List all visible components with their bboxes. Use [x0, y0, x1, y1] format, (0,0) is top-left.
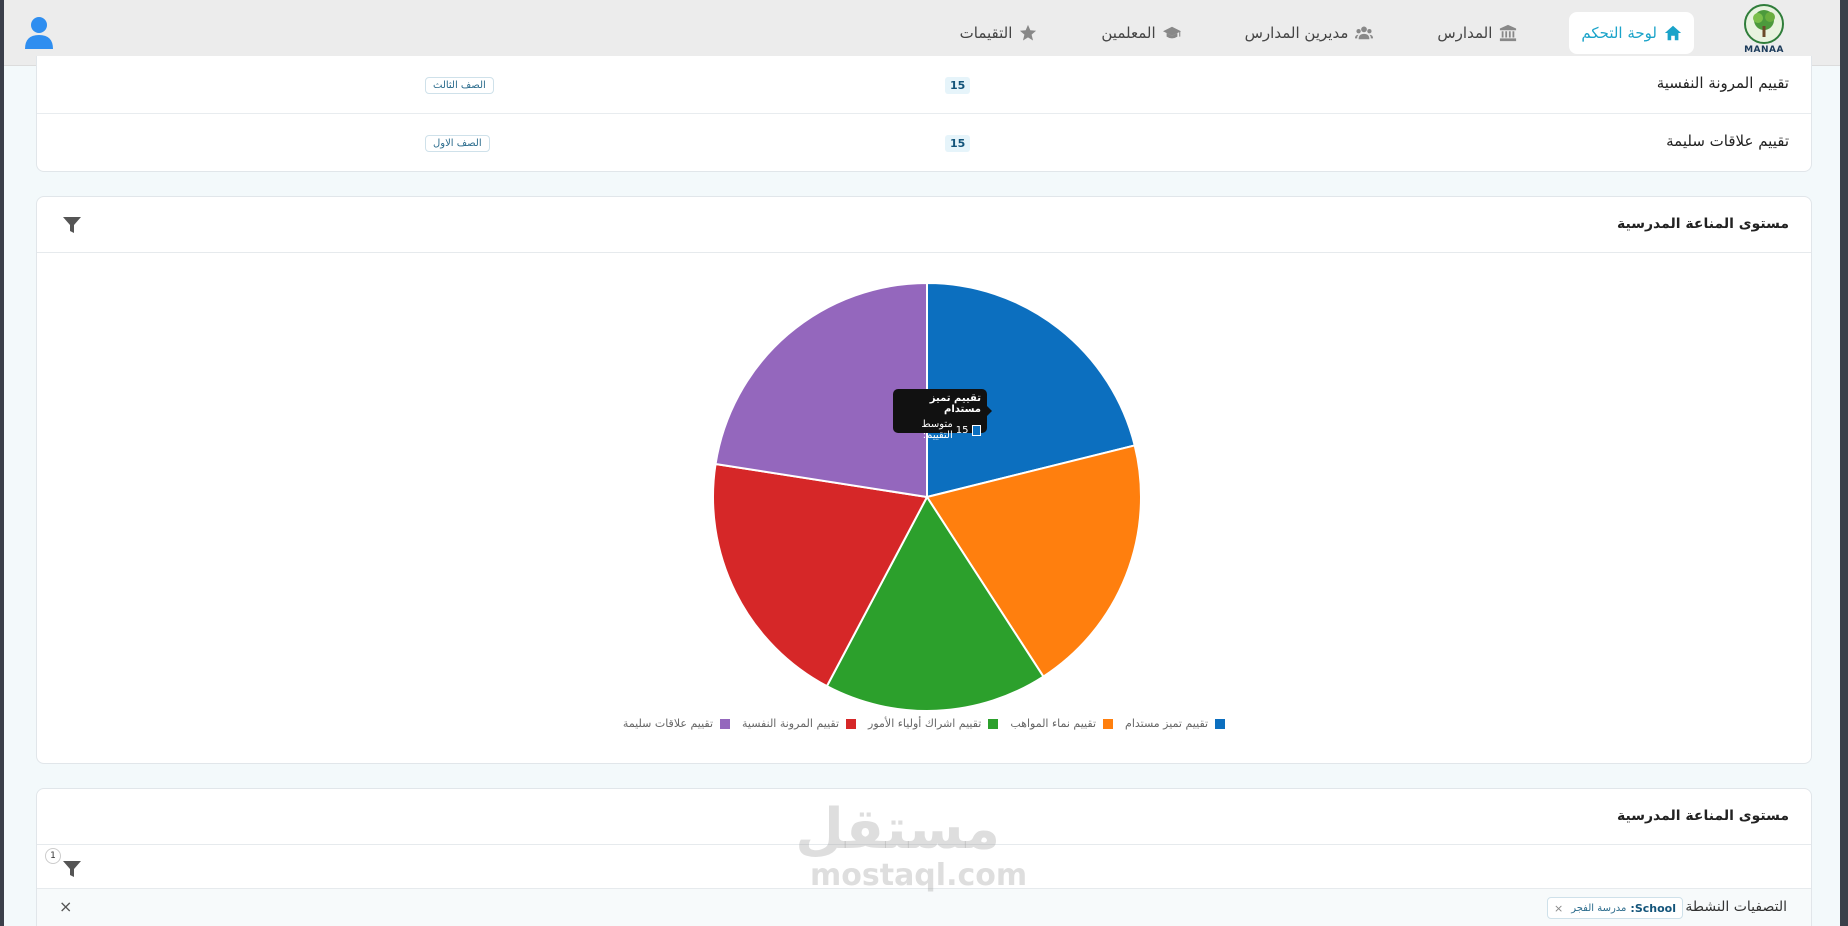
card-title: مستوى المناعة المدرسية [1616, 216, 1789, 232]
user-icon[interactable] [24, 16, 54, 50]
immunity-filter-card: مستوى المناعة المدرسية 1 التصفيات النشطة… [36, 788, 1812, 926]
nav-item-label: المعلمين [1101, 23, 1156, 42]
grade-badge: الصف الاول [425, 135, 490, 152]
graduation-cap-icon [1162, 26, 1181, 38]
window-edge-left [0, 0, 4, 926]
tooltip-value: 15 [955, 424, 969, 436]
legend-label: تقييم المرونة النفسية [742, 717, 840, 730]
filter-chip-school[interactable]: School: مدرسة الفجر × [1546, 897, 1683, 919]
remove-filter-icon[interactable]: × [1554, 902, 1563, 915]
star-icon [1020, 24, 1037, 40]
legend-label: تقييم تميز مستدام [1125, 717, 1209, 730]
evaluation-count: 15 [945, 77, 971, 94]
table-row[interactable]: تقييم المرونة النفسية 15 الصف الثالث [37, 56, 1811, 114]
users-icon [1355, 26, 1374, 39]
evaluations-table: تقييم المرونة النفسية 15 الصف الثالث تقي… [36, 56, 1812, 172]
active-filters-label: التصفيات النشطة [1685, 899, 1787, 915]
card-title: مستوى المناعة المدرسية [1616, 808, 1789, 824]
card-header: مستوى المناعة المدرسية [37, 789, 1811, 845]
filter-count-badge: 1 [45, 848, 61, 864]
table-row[interactable]: تقييم علاقات سليمة 15 الصف الاول [37, 114, 1811, 172]
filter-row: 1 [37, 845, 1811, 889]
tree-logo-icon [1744, 3, 1784, 44]
chart-tooltip: تقييم تميز مستدام 15 متوسط التقييم: [893, 389, 992, 441]
nav-menu: لوحة التحكم المدارس مديرين المدارس المعل… [908, 11, 1694, 54]
legend-item-1[interactable]: تقييم نماء المواهب [1010, 717, 1114, 730]
logo-text: MANAA [1744, 44, 1784, 55]
clear-filters-icon[interactable]: × [59, 897, 72, 916]
legend-label: تقييم علاقات سليمة [622, 717, 714, 730]
nav-item-label: مديرين المدارس [1244, 23, 1349, 42]
evaluation-name: تقييم علاقات سليمة [1666, 132, 1789, 150]
home-icon [1664, 25, 1682, 40]
school-building-icon [1500, 24, 1517, 41]
filter-icon[interactable] [62, 859, 82, 879]
legend-label: تقييم اشراك أولياء الأمور [868, 717, 982, 730]
legend-label: تقييم نماء المواهب [1010, 717, 1097, 730]
legend-swatch [720, 718, 731, 729]
legend-item-0[interactable]: تقييم تميز مستدام [1125, 717, 1226, 730]
legend-swatch [846, 718, 857, 729]
tooltip-swatch [971, 424, 981, 436]
legend-swatch [988, 718, 999, 729]
nav-item-label: المدارس [1437, 23, 1493, 42]
legend-swatch [1215, 718, 1226, 729]
active-filters-bar: التصفيات النشطة School: مدرسة الفجر × × [37, 889, 1811, 926]
nav-item-school-managers[interactable]: مديرين المدارس [1233, 12, 1386, 54]
nav-item-label: التقيمات [959, 23, 1013, 42]
nav-item-evaluations[interactable]: التقيمات [948, 12, 1050, 54]
evaluation-name: تقييم المرونة النفسية [1656, 74, 1789, 92]
nav-item-teachers[interactable]: المعلمين [1089, 12, 1192, 54]
card-header: مستوى المناعة المدرسية [37, 197, 1811, 253]
tooltip-title: تقييم تميز مستدام [929, 393, 981, 415]
legend-item-4[interactable]: تقييم علاقات سليمة [622, 717, 731, 730]
window-edge-right [1840, 0, 1848, 926]
legend-item-2[interactable]: تقييم اشراك أولياء الأمور [868, 717, 999, 730]
legend-item-3[interactable]: تقييم المرونة النفسية [742, 717, 857, 730]
tooltip-label: متوسط التقييم: [921, 419, 953, 441]
nav-item-schools[interactable]: المدارس [1425, 12, 1529, 54]
pie-chart-svg [712, 281, 1142, 712]
grade-badge: الصف الثالث [425, 77, 494, 94]
chart-legend: تقييم تميز مستدام تقييم نماء المواهب تقييم… [37, 717, 1811, 730]
filter-chip-value: مدرسة الفجر [1571, 902, 1627, 914]
filter-chip-key: School: [1630, 901, 1676, 915]
nav-item-label: لوحة التحكم [1581, 23, 1657, 42]
legend-swatch [1103, 718, 1114, 729]
filter-icon[interactable] [62, 215, 82, 235]
logo[interactable]: MANAA [1742, 3, 1786, 62]
nav-item-dashboard[interactable]: لوحة التحكم [1569, 11, 1694, 54]
immunity-chart-card: مستوى المناعة المدرسية تقييم تميز مستدام… [36, 196, 1812, 764]
pie-chart [709, 279, 1145, 715]
evaluation-count: 15 [945, 135, 971, 152]
